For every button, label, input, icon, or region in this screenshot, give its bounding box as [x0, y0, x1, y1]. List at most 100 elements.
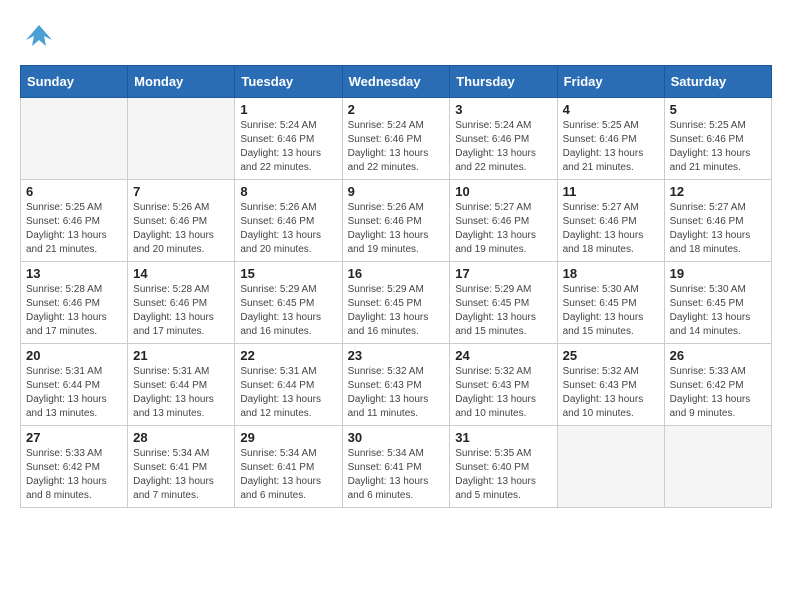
day-info: Sunrise: 5:25 AM Sunset: 6:46 PM Dayligh… — [563, 119, 659, 175]
day-number: 7 — [133, 184, 229, 199]
calendar-day-cell — [557, 426, 664, 508]
day-info: Sunrise: 5:33 AM Sunset: 6:42 PM Dayligh… — [670, 365, 766, 421]
logo-bird-icon — [24, 20, 54, 50]
day-info: Sunrise: 5:29 AM Sunset: 6:45 PM Dayligh… — [348, 283, 445, 339]
day-number: 28 — [133, 430, 229, 445]
calendar-day-cell: 30 Sunrise: 5:34 AM Sunset: 6:41 PM Dayli… — [342, 426, 450, 508]
day-number: 22 — [240, 348, 336, 363]
day-of-week-header: Sunday — [21, 66, 128, 98]
calendar-day-cell: 12Sunrise: 5:27 AM Sunset: 6:46 PM Dayli… — [664, 180, 771, 262]
calendar-day-cell: 23 Sunrise: 5:32 AM Sunset: 6:43 PM Dayli… — [342, 344, 450, 426]
day-info: Sunrise: 5:32 AM Sunset: 6:43 PM Dayligh… — [455, 365, 551, 421]
day-info: Sunrise: 5:26 AM Sunset: 6:46 PM Dayligh… — [240, 201, 336, 257]
day-of-week-header: Saturday — [664, 66, 771, 98]
calendar-day-cell: 31Sunrise: 5:35 AM Sunset: 6:40 PM Dayli… — [450, 426, 557, 508]
day-info: Sunrise: 5:31 AM Sunset: 6:44 PM Dayligh… — [26, 365, 122, 421]
calendar-day-cell: 4 Sunrise: 5:25 AM Sunset: 6:46 PM Daylig… — [557, 98, 664, 180]
day-number: 30 — [348, 430, 445, 445]
day-info: Sunrise: 5:35 AM Sunset: 6:40 PM Dayligh… — [455, 447, 551, 503]
day-number: 20 — [26, 348, 122, 363]
calendar-week-row: 13 Sunrise: 5:28 AM Sunset: 6:46 PM Dayli… — [21, 262, 772, 344]
calendar-day-cell: 28Sunrise: 5:34 AM Sunset: 6:41 PM Dayli… — [128, 426, 235, 508]
calendar-day-cell: 10 Sunrise: 5:27 AM Sunset: 6:46 PM Dayli… — [450, 180, 557, 262]
calendar-day-cell — [21, 98, 128, 180]
calendar-day-cell: 19 Sunrise: 5:30 AM Sunset: 6:45 PM Dayli… — [664, 262, 771, 344]
day-number: 15 — [240, 266, 336, 281]
calendar-day-cell: 2 Sunrise: 5:24 AM Sunset: 6:46 PM Daylig… — [342, 98, 450, 180]
calendar-day-cell: 20 Sunrise: 5:31 AM Sunset: 6:44 PM Dayli… — [21, 344, 128, 426]
day-number: 17 — [455, 266, 551, 281]
day-info: Sunrise: 5:27 AM Sunset: 6:46 PM Dayligh… — [563, 201, 659, 257]
day-number: 26 — [670, 348, 766, 363]
day-of-week-header: Tuesday — [235, 66, 342, 98]
day-of-week-header: Wednesday — [342, 66, 450, 98]
day-number: 18 — [563, 266, 659, 281]
calendar-day-cell: 5 Sunrise: 5:25 AM Sunset: 6:46 PM Daylig… — [664, 98, 771, 180]
day-number: 25 — [563, 348, 659, 363]
calendar-header-row: SundayMondayTuesdayWednesdayThursdayFrid… — [21, 66, 772, 98]
day-info: Sunrise: 5:32 AM Sunset: 6:43 PM Dayligh… — [563, 365, 659, 421]
day-number: 4 — [563, 102, 659, 117]
day-number: 14 — [133, 266, 229, 281]
day-number: 1 — [240, 102, 336, 117]
day-info: Sunrise: 5:31 AM Sunset: 6:44 PM Dayligh… — [133, 365, 229, 421]
day-number: 5 — [670, 102, 766, 117]
day-info: Sunrise: 5:24 AM Sunset: 6:46 PM Dayligh… — [348, 119, 445, 175]
day-number: 2 — [348, 102, 445, 117]
day-info: Sunrise: 5:28 AM Sunset: 6:46 PM Dayligh… — [26, 283, 122, 339]
day-number: 9 — [348, 184, 445, 199]
day-of-week-header: Thursday — [450, 66, 557, 98]
logo — [20, 20, 54, 55]
calendar-day-cell: 9 Sunrise: 5:26 AM Sunset: 6:46 PM Daylig… — [342, 180, 450, 262]
day-number: 3 — [455, 102, 551, 117]
calendar-day-cell: 15 Sunrise: 5:29 AM Sunset: 6:45 PM Dayli… — [235, 262, 342, 344]
day-number: 29 — [240, 430, 336, 445]
day-info: Sunrise: 5:32 AM Sunset: 6:43 PM Dayligh… — [348, 365, 445, 421]
day-of-week-header: Monday — [128, 66, 235, 98]
calendar-day-cell: 25 Sunrise: 5:32 AM Sunset: 6:43 PM Dayli… — [557, 344, 664, 426]
calendar-day-cell: 7Sunrise: 5:26 AM Sunset: 6:46 PM Daylig… — [128, 180, 235, 262]
day-info: Sunrise: 5:29 AM Sunset: 6:45 PM Dayligh… — [455, 283, 551, 339]
calendar-week-row: 6 Sunrise: 5:25 AM Sunset: 6:46 PM Daylig… — [21, 180, 772, 262]
day-info: Sunrise: 5:25 AM Sunset: 6:46 PM Dayligh… — [26, 201, 122, 257]
day-info: Sunrise: 5:27 AM Sunset: 6:46 PM Dayligh… — [455, 201, 551, 257]
calendar-day-cell: 3 Sunrise: 5:24 AM Sunset: 6:46 PM Daylig… — [450, 98, 557, 180]
day-number: 16 — [348, 266, 445, 281]
calendar-week-row: 1 Sunrise: 5:24 AM Sunset: 6:46 PM Daylig… — [21, 98, 772, 180]
day-info: Sunrise: 5:24 AM Sunset: 6:46 PM Dayligh… — [240, 119, 336, 175]
calendar-day-cell: 21Sunrise: 5:31 AM Sunset: 6:44 PM Dayli… — [128, 344, 235, 426]
day-info: Sunrise: 5:34 AM Sunset: 6:41 PM Dayligh… — [348, 447, 445, 503]
calendar-day-cell: 13 Sunrise: 5:28 AM Sunset: 6:46 PM Dayli… — [21, 262, 128, 344]
day-info: Sunrise: 5:34 AM Sunset: 6:41 PM Dayligh… — [240, 447, 336, 503]
calendar-day-cell: 18 Sunrise: 5:30 AM Sunset: 6:45 PM Dayli… — [557, 262, 664, 344]
calendar-day-cell: 26 Sunrise: 5:33 AM Sunset: 6:42 PM Dayli… — [664, 344, 771, 426]
calendar-day-cell — [664, 426, 771, 508]
day-info: Sunrise: 5:28 AM Sunset: 6:46 PM Dayligh… — [133, 283, 229, 339]
calendar-day-cell: 17 Sunrise: 5:29 AM Sunset: 6:45 PM Dayli… — [450, 262, 557, 344]
day-number: 13 — [26, 266, 122, 281]
day-number: 19 — [670, 266, 766, 281]
calendar-day-cell: 11 Sunrise: 5:27 AM Sunset: 6:46 PM Dayli… — [557, 180, 664, 262]
day-info: Sunrise: 5:31 AM Sunset: 6:44 PM Dayligh… — [240, 365, 336, 421]
day-of-week-header: Friday — [557, 66, 664, 98]
day-info: Sunrise: 5:33 AM Sunset: 6:42 PM Dayligh… — [26, 447, 122, 503]
day-info: Sunrise: 5:30 AM Sunset: 6:45 PM Dayligh… — [670, 283, 766, 339]
day-number: 11 — [563, 184, 659, 199]
day-number: 23 — [348, 348, 445, 363]
day-number: 6 — [26, 184, 122, 199]
calendar-week-row: 27 Sunrise: 5:33 AM Sunset: 6:42 PM Dayli… — [21, 426, 772, 508]
calendar-day-cell: 16 Sunrise: 5:29 AM Sunset: 6:45 PM Dayli… — [342, 262, 450, 344]
day-number: 8 — [240, 184, 336, 199]
day-info: Sunrise: 5:26 AM Sunset: 6:46 PM Dayligh… — [348, 201, 445, 257]
day-info: Sunrise: 5:25 AM Sunset: 6:46 PM Dayligh… — [670, 119, 766, 175]
calendar-week-row: 20 Sunrise: 5:31 AM Sunset: 6:44 PM Dayli… — [21, 344, 772, 426]
day-info: Sunrise: 5:29 AM Sunset: 6:45 PM Dayligh… — [240, 283, 336, 339]
calendar-day-cell: 1 Sunrise: 5:24 AM Sunset: 6:46 PM Daylig… — [235, 98, 342, 180]
calendar-day-cell: 8 Sunrise: 5:26 AM Sunset: 6:46 PM Daylig… — [235, 180, 342, 262]
day-info: Sunrise: 5:24 AM Sunset: 6:46 PM Dayligh… — [455, 119, 551, 175]
day-info: Sunrise: 5:30 AM Sunset: 6:45 PM Dayligh… — [563, 283, 659, 339]
day-number: 12 — [670, 184, 766, 199]
day-number: 27 — [26, 430, 122, 445]
page-header — [20, 20, 772, 55]
day-number: 10 — [455, 184, 551, 199]
